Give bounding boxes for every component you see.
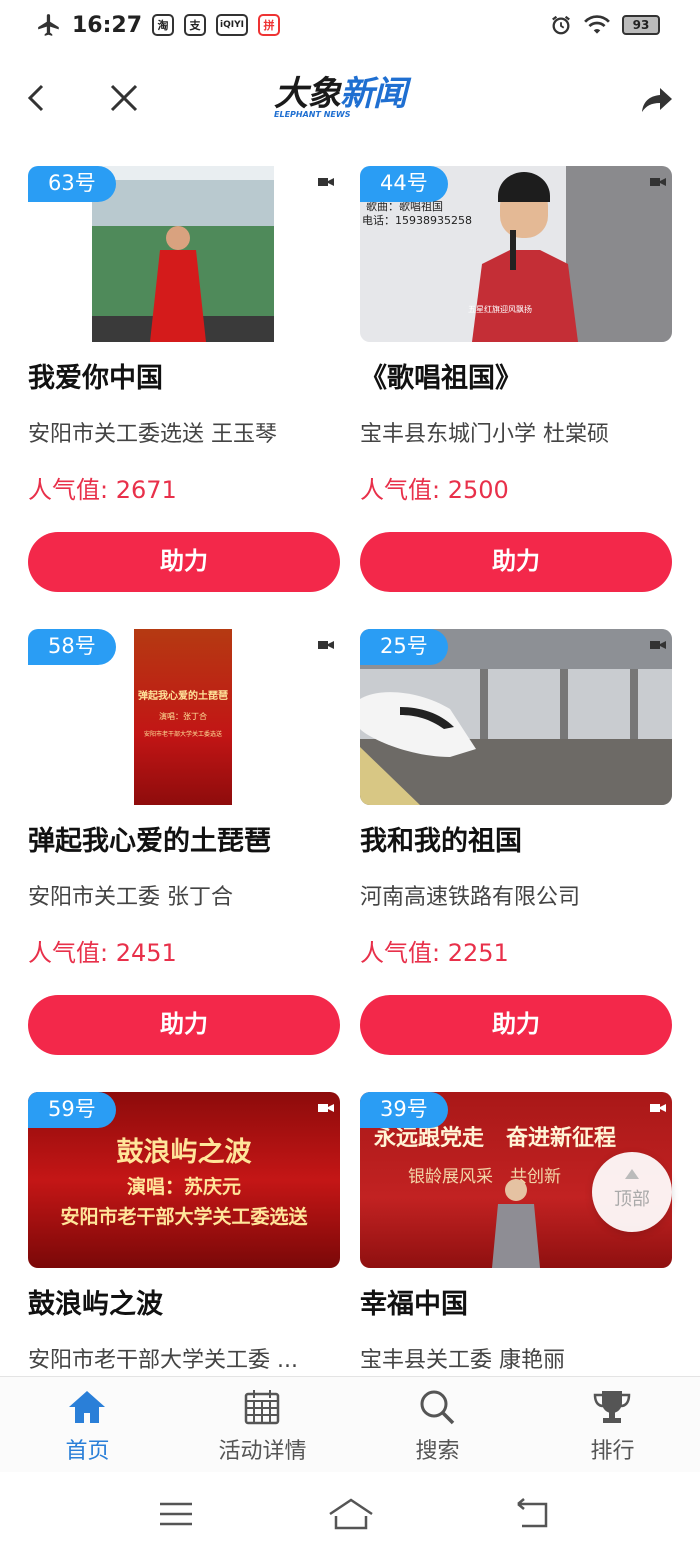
video-camera-icon — [650, 641, 666, 649]
caret-up-icon — [625, 1169, 639, 1179]
wifi-icon — [584, 15, 610, 34]
poster-title: 鼓浪屿之波 — [116, 1137, 252, 1168]
status-right: 93 — [550, 14, 660, 36]
tab-home[interactable]: 首页 — [0, 1377, 175, 1473]
home-icon — [69, 1391, 105, 1423]
back-arrow-icon[interactable] — [22, 78, 52, 118]
iqiyi-icon: iQIYI — [216, 14, 248, 36]
calendar-icon — [244, 1390, 280, 1425]
entry-number-badge: 39号 — [360, 1092, 448, 1128]
support-button[interactable]: 助力 — [360, 995, 672, 1055]
battery-indicator: 93 — [622, 15, 660, 35]
video-camera-icon — [318, 641, 334, 649]
entry-author: 河南高速铁路有限公司 — [360, 885, 581, 910]
video-camera-icon — [318, 1104, 334, 1112]
entry-number-badge: 44号 — [360, 166, 448, 202]
taobao-icon: 淘 — [152, 14, 175, 36]
popularity-value: 人气值: 2671 — [28, 476, 177, 504]
entry-number-badge: 63号 — [28, 166, 116, 202]
poster-title: 弹起我心爱的土琵琶 — [138, 691, 228, 702]
back-to-top-button[interactable]: 顶部 — [592, 1152, 672, 1232]
support-button[interactable]: 助力 — [28, 532, 340, 592]
home-nav-icon[interactable] — [328, 1494, 374, 1534]
tab-search[interactable]: 搜索 — [350, 1377, 525, 1473]
poster-singer: 演唱：苏庆元 — [126, 1176, 241, 1198]
entry-author: 安阳市关工委选送 王玉琴 — [28, 422, 277, 447]
status-left: 16:27 淘 支 iQIYI 拼 — [36, 12, 280, 38]
back-to-top-label: 顶部 — [614, 1189, 650, 1210]
tab-ranking[interactable]: 排行 — [525, 1377, 700, 1473]
poster-org: 安阳市老干部大学关工委选送 — [143, 731, 222, 738]
popularity-value: 人气值: 2500 — [360, 476, 509, 504]
thumbnail-caption: 五星红旗迎风飘扬 — [468, 305, 532, 314]
support-button[interactable]: 助力 — [360, 532, 672, 592]
status-bar: 16:27 淘 支 iQIYI 拼 93 — [0, 0, 700, 56]
menu-icon[interactable] — [156, 1494, 196, 1534]
alarm-icon — [552, 15, 570, 35]
entry-title: 我爱你中国 — [28, 363, 163, 394]
tab-label: 排行 — [590, 1439, 635, 1464]
popularity-value: 人气值: 2451 — [28, 939, 177, 967]
poster-org: 安阳市老干部大学关工委选送 — [60, 1206, 308, 1228]
back-nav-icon[interactable] — [512, 1494, 552, 1534]
poster-singer: 演唱：张丁合 — [159, 712, 207, 721]
entry-author: 安阳市关工委 张丁合 — [28, 885, 233, 910]
alipay-icon: 支 — [184, 14, 207, 36]
system-navigation-bar — [0, 1472, 700, 1555]
entry-title: 我和我的祖国 — [360, 826, 522, 857]
entry-number-badge: 58号 — [28, 629, 116, 665]
logo-text-a: 大象 — [274, 74, 341, 114]
pinduoduo-icon: 拼 — [257, 14, 280, 36]
entry-title: 幸福中国 — [360, 1289, 468, 1320]
tab-label: 首页 — [65, 1439, 110, 1464]
status-time: 16:27 — [72, 12, 143, 38]
entry-number-badge: 25号 — [360, 629, 448, 665]
tab-label: 活动详情 — [218, 1439, 307, 1464]
close-icon[interactable] — [104, 78, 144, 118]
airplane-mode-icon — [38, 14, 59, 36]
thumbnail-phone-text: 电话：15938935258 — [362, 214, 472, 227]
share-icon[interactable] — [640, 82, 674, 116]
elephant-news-logo: 大象新闻 ELEPHANT NEWS — [274, 76, 430, 122]
video-camera-icon — [318, 178, 334, 186]
video-camera-icon — [650, 1104, 666, 1112]
logo-subtitle: ELEPHANT NEWS — [274, 110, 351, 119]
entry-author: 宝丰县东城门小学 杜棠硕 — [360, 422, 609, 447]
search-icon — [420, 1390, 455, 1425]
video-camera-icon — [650, 178, 666, 186]
bottom-tab-bar: 首页 活动详情 搜索 排行 — [0, 1376, 700, 1472]
entry-title: 《歌唱祖国》 — [360, 363, 522, 394]
support-button[interactable]: 助力 — [28, 995, 340, 1055]
logo-text-b: 新闻 — [340, 74, 407, 114]
trophy-icon — [593, 1391, 631, 1423]
top-navigation-bar: 大象新闻 ELEPHANT NEWS — [0, 56, 700, 140]
entry-number-badge: 59号 — [28, 1092, 116, 1128]
popularity-value: 人气值: 2251 — [360, 939, 509, 967]
tab-activity-details[interactable]: 活动详情 — [175, 1377, 350, 1473]
entry-title: 鼓浪屿之波 — [28, 1289, 163, 1320]
entry-title: 弹起我心爱的土琵琶 — [28, 826, 271, 857]
entry-author: 安阳市老干部大学关工委 ... — [28, 1348, 298, 1373]
entry-author: 宝丰县关工委 康艳丽 — [360, 1348, 565, 1373]
tab-label: 搜索 — [415, 1439, 460, 1464]
